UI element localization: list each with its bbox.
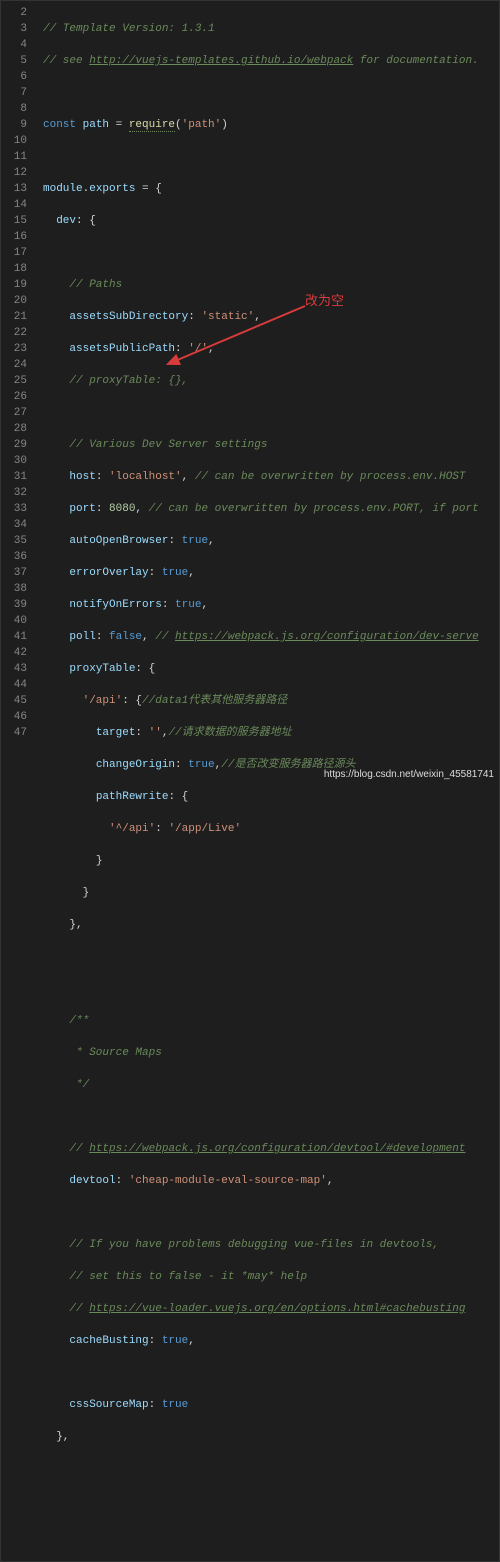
- code-content[interactable]: // Template Version: 1.3.1 // see http:/…: [35, 1, 499, 1561]
- vueloader-link: https://vue-loader.vuejs.org/en/options.…: [89, 1303, 465, 1315]
- annotation-label: 改为空: [305, 293, 344, 309]
- comment: for documentation.: [353, 55, 478, 67]
- doc-link: http://vuejs-templates.github.io/webpack: [89, 55, 353, 67]
- code-editor: 2345678910111213141516171819202122232425…: [0, 0, 500, 1562]
- comment: // Template Version: 1.3.1: [43, 23, 215, 35]
- comment: // see: [43, 55, 89, 67]
- webpack-link: https://webpack.js.org/configuration/dev…: [175, 631, 479, 643]
- watermark: https://blog.csdn.net/weixin_45581741: [324, 769, 494, 780]
- line-number-gutter: 2345678910111213141516171819202122232425…: [1, 1, 35, 1561]
- keyword-const: const: [43, 119, 76, 131]
- devtool-link: https://webpack.js.org/configuration/dev…: [89, 1143, 465, 1155]
